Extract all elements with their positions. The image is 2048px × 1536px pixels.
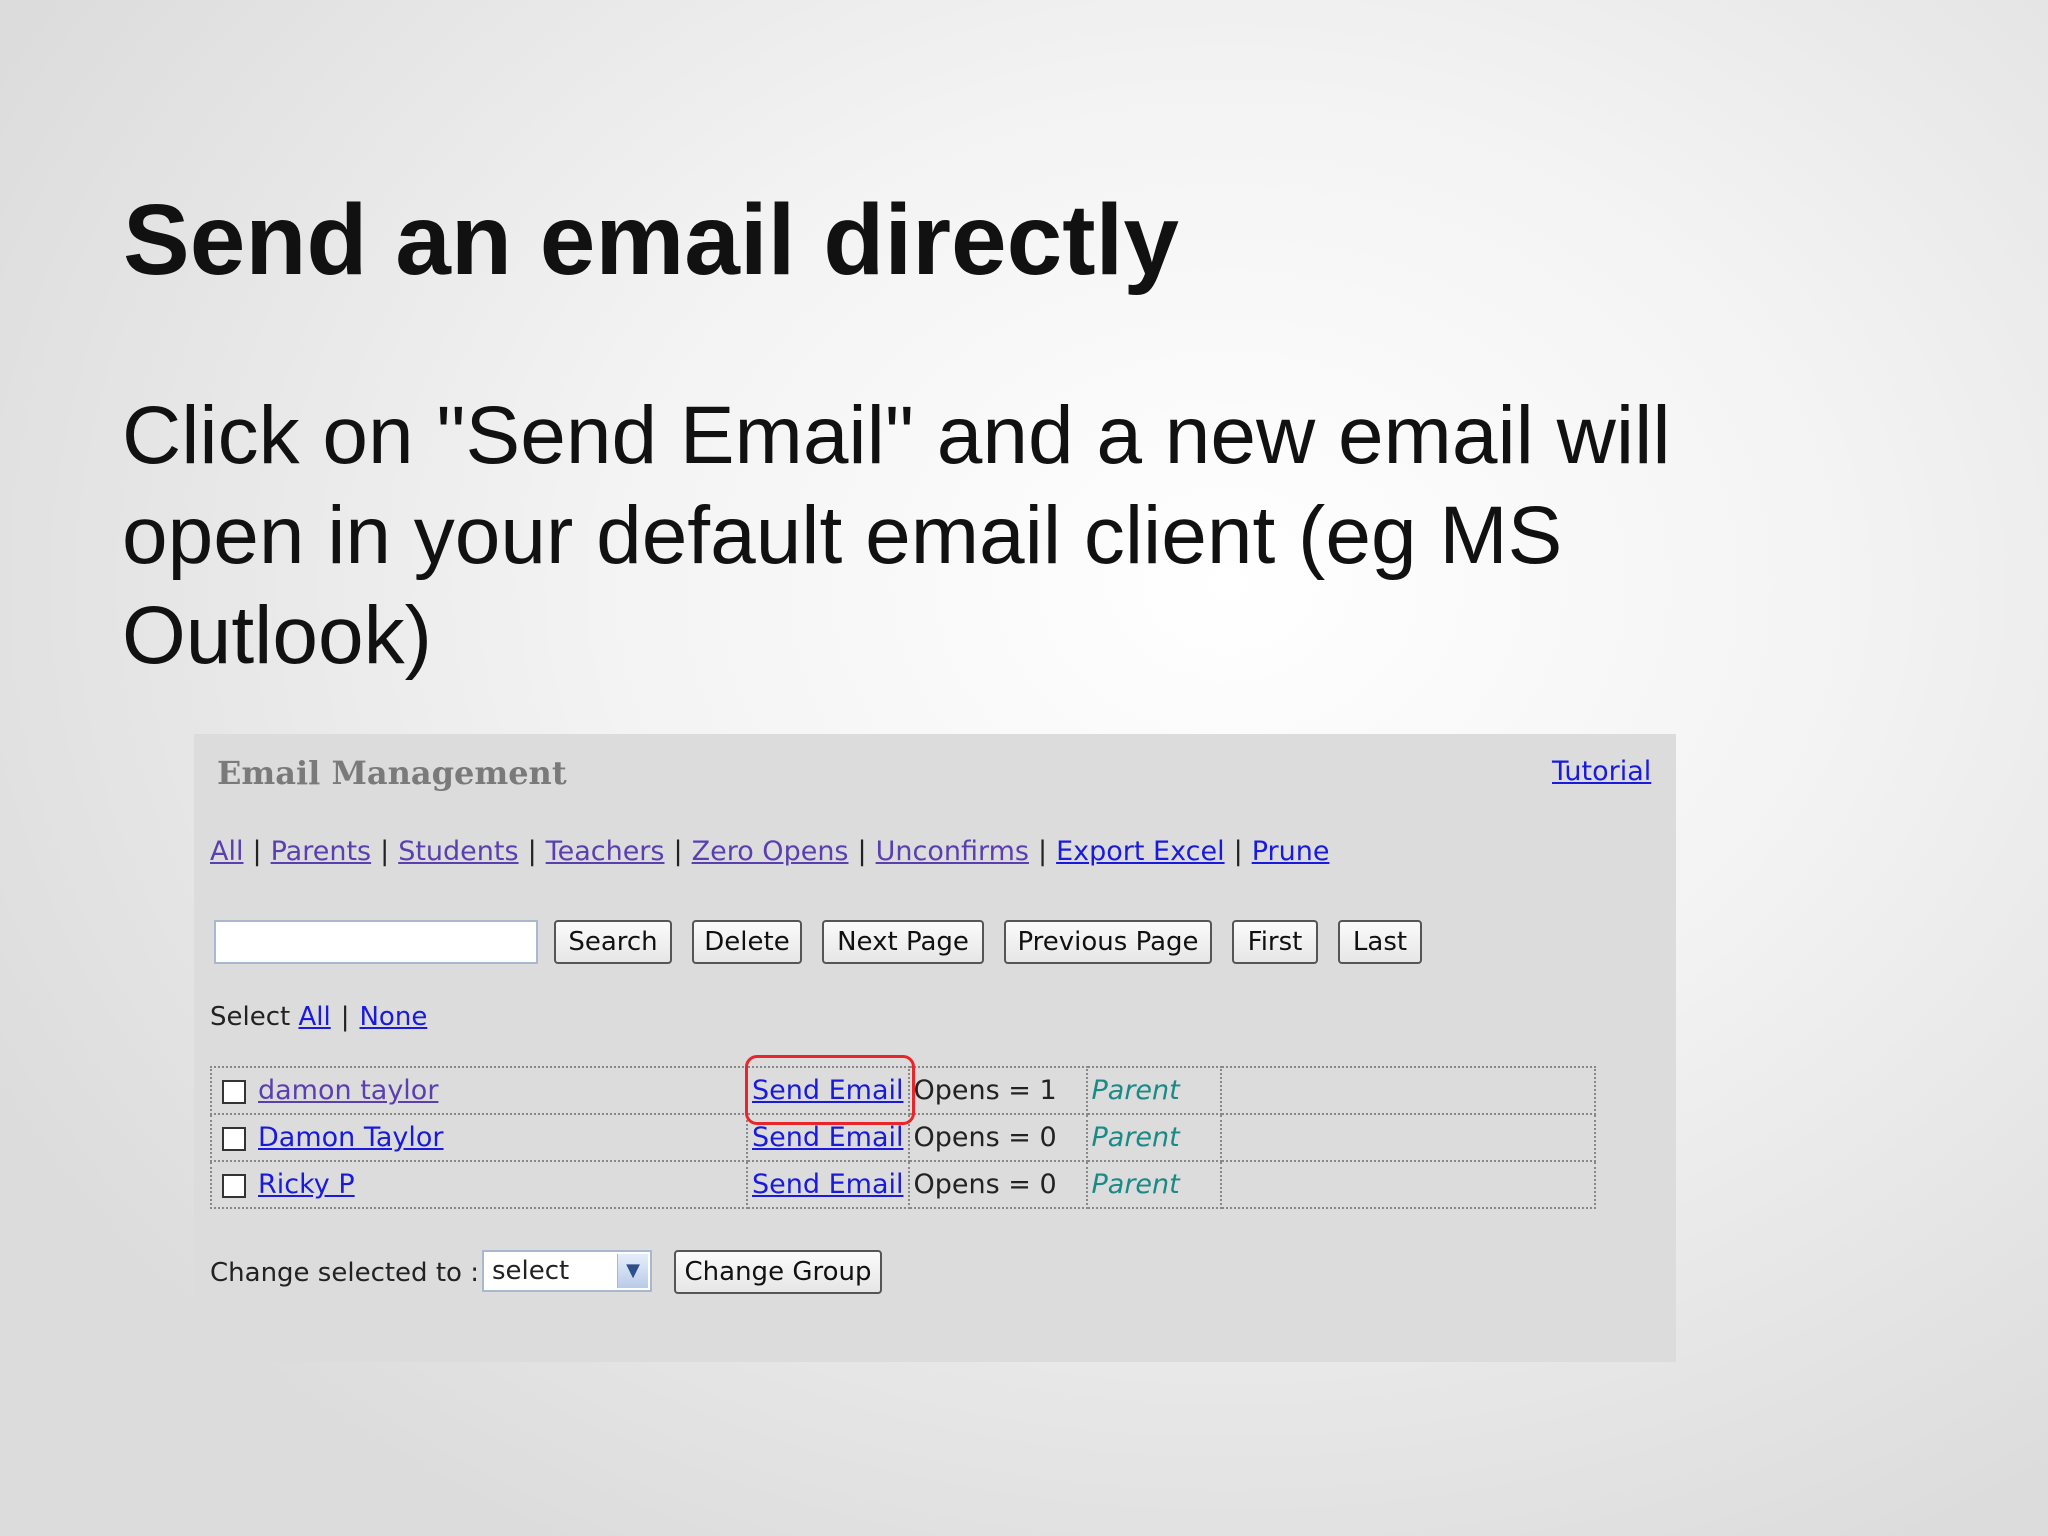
page-title: Email Management	[217, 754, 567, 792]
email-management-screenshot: Email Management Tutorial All | Parents | St…	[194, 734, 1676, 1362]
first-button[interactable]: First	[1232, 920, 1318, 964]
role-label: Parent	[1085, 1113, 1222, 1162]
filter-zero-opens-link[interactable]: Zero Opens	[692, 836, 849, 867]
change-group-button[interactable]: Change Group	[674, 1250, 882, 1294]
group-select[interactable]: select ▼	[482, 1250, 652, 1292]
empty-cell	[1219, 1066, 1596, 1115]
separator: |	[673, 836, 683, 867]
search-input[interactable]	[214, 920, 538, 964]
export-excel-link[interactable]: Export Excel	[1056, 836, 1225, 867]
group-select-value: select	[492, 1256, 570, 1286]
last-button[interactable]: Last	[1338, 920, 1422, 964]
select-row: Select All | None	[210, 1002, 427, 1032]
name-cell: Damon Taylor	[210, 1113, 748, 1162]
role-label: Parent	[1085, 1160, 1222, 1209]
separator: |	[380, 836, 390, 867]
opens-count: Opens = 1	[907, 1066, 1088, 1115]
separator: |	[252, 836, 262, 867]
previous-page-button[interactable]: Previous Page	[1004, 920, 1212, 964]
search-button[interactable]: Search	[554, 920, 672, 964]
opens-count: Opens = 0	[907, 1113, 1088, 1162]
separator: |	[1233, 836, 1243, 867]
role-label: Parent	[1085, 1066, 1222, 1115]
send-email-link[interactable]: Send Email	[752, 1122, 904, 1153]
action-cell: Send Email	[746, 1160, 910, 1209]
filter-teachers-link[interactable]: Teachers	[546, 836, 665, 867]
recipient-name-link[interactable]: Damon Taylor	[258, 1122, 444, 1153]
select-all-link[interactable]: All	[298, 1002, 330, 1032]
recipient-name-link[interactable]: Ricky P	[258, 1169, 355, 1200]
table-row: Ricky P Send Email Opens = 0 Parent	[210, 1160, 1596, 1209]
delete-button[interactable]: Delete	[692, 920, 802, 964]
slide-body-text: Click on "Send Email" and a new email wi…	[122, 390, 1671, 681]
filter-students-link[interactable]: Students	[398, 836, 518, 867]
filter-unconfirms-link[interactable]: Unconfirms	[876, 836, 1029, 867]
empty-cell	[1219, 1113, 1596, 1162]
prune-link[interactable]: Prune	[1252, 836, 1330, 867]
filter-links: All | Parents | Students | Teachers | Zero Opens…	[210, 836, 1329, 867]
tutorial-link[interactable]: Tutorial	[1552, 756, 1651, 787]
row-checkbox[interactable]	[222, 1126, 246, 1151]
change-selected-label: Change selected to :	[210, 1258, 479, 1288]
name-cell: damon taylor	[210, 1066, 748, 1115]
recipient-name-link[interactable]: damon taylor	[258, 1075, 438, 1106]
separator: |	[1037, 836, 1048, 867]
chevron-down-icon[interactable]: ▼	[617, 1254, 648, 1288]
row-checkbox[interactable]	[222, 1173, 246, 1198]
filter-parents-link[interactable]: Parents	[271, 836, 372, 867]
separator: |	[340, 1002, 350, 1032]
slide-title: Send an email directly	[123, 184, 1179, 296]
separator: |	[857, 836, 867, 867]
select-label: Select	[210, 1002, 291, 1032]
next-page-button[interactable]: Next Page	[822, 920, 984, 964]
select-none-link[interactable]: None	[359, 1002, 427, 1032]
name-cell: Ricky P	[210, 1160, 748, 1209]
filter-all-link[interactable]: All	[210, 836, 243, 867]
highlight-callout	[745, 1055, 915, 1125]
opens-count: Opens = 0	[907, 1160, 1088, 1209]
empty-cell	[1219, 1160, 1596, 1209]
row-checkbox[interactable]	[222, 1079, 246, 1104]
separator: |	[527, 836, 537, 867]
send-email-link[interactable]: Send Email	[752, 1169, 904, 1200]
